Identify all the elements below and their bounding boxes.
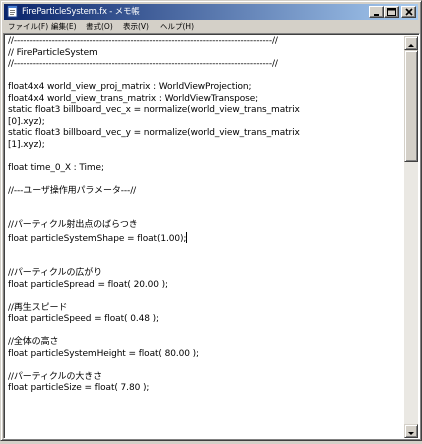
code-line: float particleSystemHeight = float( 80.0…: [8, 348, 199, 359]
code-line: //--------------------------------------…: [8, 59, 278, 69]
maximize-icon: [387, 8, 396, 16]
code-text[interactable]: //--------------------------------------…: [6, 36, 402, 438]
code-line: float4x4 world_view_trans_matrix : World…: [8, 93, 259, 104]
scroll-up-button[interactable]: [404, 36, 418, 50]
code-line: static float3 billboard_vec_x = normaliz…: [8, 105, 300, 115]
code-line: //再生スピード: [8, 302, 68, 313]
scroll-down-button[interactable]: [404, 424, 418, 438]
window-title: FireParticleSystem.fx - メモ帳: [22, 7, 140, 17]
code-line: float particleSize = float( 7.80 );: [8, 383, 150, 393]
maximize-button[interactable]: [384, 6, 399, 18]
notepad-app-icon[interactable]: [6, 5, 19, 18]
menu-file[interactable]: ファイル(F): [6, 21, 50, 33]
editor-frame: //--------------------------------------…: [3, 33, 420, 439]
menu-format[interactable]: 書式(O): [84, 21, 115, 33]
code-line: //パーティクル射出点のばらつき: [8, 220, 138, 230]
code-line: //全体の高さ: [8, 337, 59, 347]
code-line: //パーティクルの広がり: [8, 268, 103, 278]
text-editor[interactable]: //--------------------------------------…: [6, 36, 402, 438]
code-line: // FireParticleSystem: [8, 47, 98, 58]
close-icon: [404, 8, 413, 16]
code-line: float particleSpeed = float( 0.48 );: [8, 314, 159, 324]
arrow-down-icon: [408, 432, 414, 435]
minimize-button[interactable]: [369, 6, 384, 18]
menu-edit[interactable]: 編集(E): [49, 21, 79, 33]
minimize-icon: [373, 14, 379, 16]
vertical-scrollbar[interactable]: [404, 36, 418, 438]
menu-view[interactable]: 表示(V): [121, 21, 151, 33]
code-line: float4x4 world_view_proj_matrix : WorldV…: [8, 82, 252, 92]
menu-bar: ファイル(F) 編集(E) 書式(O) 表示(V) ヘルプ(H): [4, 21, 418, 33]
code-line: float particleSystemShape = float(1.00);: [8, 233, 187, 244]
code-line: //--------------------------------------…: [8, 36, 278, 46]
title-bar[interactable]: FireParticleSystem.fx - メモ帳: [4, 4, 418, 20]
close-button[interactable]: [401, 6, 416, 18]
code-line: //パーティクルの大きさ: [8, 371, 103, 382]
code-line: static float3 billboard_vec_y = normaliz…: [8, 128, 300, 138]
menu-help[interactable]: ヘルプ(H): [158, 21, 196, 33]
code-line: float particleSpread = float( 20.00 );: [8, 279, 168, 290]
text-caret: [186, 231, 188, 243]
code-line: //---ユーザ操作用パラメータ---//: [8, 185, 137, 196]
code-line: [0].xyz);: [8, 116, 45, 127]
scrollbar-thumb[interactable]: [404, 50, 418, 162]
notepad-window: FireParticleSystem.fx - メモ帳 ファイル(F) 編集(E…: [0, 0, 422, 441]
code-line: [1].xyz);: [8, 139, 45, 150]
code-line: float time_0_X : Time;: [8, 162, 104, 173]
